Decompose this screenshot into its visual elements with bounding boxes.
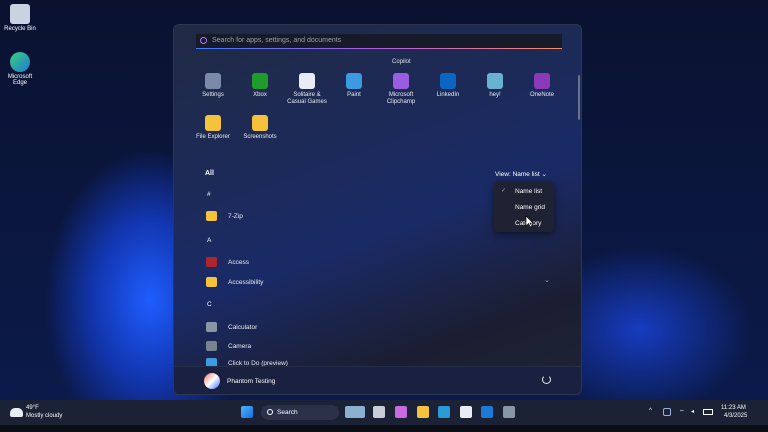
chevron-down-icon: ⌄ xyxy=(541,171,547,178)
view-menu: ✓ Name list Name grid Category xyxy=(494,182,554,232)
pinned-app[interactable]: Settings xyxy=(190,73,236,99)
app-icon xyxy=(205,73,221,89)
clock-time[interactable]: 11:23 AM xyxy=(721,405,746,411)
weather-temp[interactable]: 49°F xyxy=(26,405,39,411)
app-icon xyxy=(440,73,456,89)
app-icon xyxy=(206,277,217,287)
section-header: C xyxy=(207,301,212,308)
edge-icon xyxy=(10,52,30,72)
app-list-item[interactable]: 7-Zip xyxy=(206,211,243,221)
app-icon xyxy=(346,73,362,89)
desktop-icon-recycle-bin[interactable]: Recycle Bin xyxy=(0,4,40,32)
pinned-app[interactable]: Solitaire & Casual Games xyxy=(284,73,330,106)
mouse-cursor-icon xyxy=(525,215,534,228)
volume-icon[interactable]: ◂ xyxy=(691,408,694,415)
app-icon xyxy=(206,211,217,221)
taskbar-file-explorer-icon[interactable] xyxy=(417,406,429,418)
app-icon xyxy=(206,341,217,351)
start-footer: Phantom Testing xyxy=(174,366,581,394)
pinned-app[interactable]: Xbox xyxy=(237,73,283,99)
avatar[interactable] xyxy=(204,373,220,389)
taskbar-outlook-icon[interactable] xyxy=(481,406,493,418)
taskbar-task-view-icon[interactable] xyxy=(373,406,385,418)
recycle-bin-icon xyxy=(10,4,30,24)
taskbar-copilot-widget-icon[interactable] xyxy=(345,406,365,418)
all-apps-heading: All xyxy=(205,170,214,177)
taskbar: 49°F Mostly cloudy Search ^ ⌔ ◂ 11:23 AM… xyxy=(0,400,768,425)
app-icon xyxy=(534,73,550,89)
copilot-label: Copilot xyxy=(392,59,411,65)
power-icon[interactable] xyxy=(542,375,551,384)
app-icon xyxy=(206,257,217,267)
show-hidden-icons-chevron[interactable]: ^ xyxy=(649,408,652,414)
check-icon: ✓ xyxy=(501,188,507,194)
start-menu: Search for apps, settings, and documents… xyxy=(173,24,582,395)
pinned-app[interactable]: Screenshots xyxy=(237,115,283,141)
pinned-app[interactable]: OneNote xyxy=(519,73,565,99)
app-icon xyxy=(206,322,217,332)
weather-cloud-icon xyxy=(10,408,23,417)
menu-item-name-grid[interactable]: Name grid xyxy=(515,204,545,211)
battery-icon[interactable] xyxy=(703,409,713,415)
start-button-windows-icon[interactable] xyxy=(241,406,253,418)
expand-chevron-icon[interactable]: ⌄ xyxy=(544,276,550,284)
search-icon xyxy=(267,409,273,415)
search-icon xyxy=(200,37,207,44)
pinned-app[interactable]: Microsoft Clipchamp xyxy=(378,73,424,106)
app-icon xyxy=(487,73,503,89)
taskbar-copilot-icon[interactable] xyxy=(395,406,407,418)
taskbar-settings-icon[interactable] xyxy=(503,406,515,418)
app-icon xyxy=(205,115,221,131)
section-header: # xyxy=(207,191,211,198)
start-search-input[interactable]: Search for apps, settings, and documents xyxy=(196,34,562,49)
network-vpn-icon[interactable] xyxy=(663,408,671,416)
scrollbar[interactable] xyxy=(578,75,580,120)
app-icon xyxy=(393,73,409,89)
app-icon xyxy=(252,115,268,131)
taskbar-search[interactable]: Search xyxy=(261,405,339,420)
section-header: A xyxy=(207,237,212,244)
pinned-app[interactable]: Paint xyxy=(331,73,377,99)
app-icon xyxy=(299,73,315,89)
taskbar-store-icon[interactable] xyxy=(460,406,472,418)
app-list-item[interactable]: Access xyxy=(206,257,249,267)
desktop-icon-edge[interactable]: Microsoft Edge xyxy=(0,52,40,86)
pinned-app[interactable]: File Explorer xyxy=(190,115,236,141)
weather-condition[interactable]: Mostly cloudy xyxy=(26,413,62,419)
pinned-app[interactable]: hey! xyxy=(472,73,518,99)
view-dropdown[interactable]: View: Name list ⌄ xyxy=(495,170,547,178)
screen-bottom-edge xyxy=(0,425,768,432)
app-list-item[interactable]: Calculator xyxy=(206,322,257,332)
taskbar-edge-icon[interactable] xyxy=(438,406,450,418)
app-list-item[interactable]: Accessibility xyxy=(206,277,263,287)
app-icon xyxy=(252,73,268,89)
clock-date[interactable]: 4/3/2025 xyxy=(724,413,747,419)
pinned-app[interactable]: LinkedIn xyxy=(425,73,471,99)
wifi-icon[interactable]: ⌔ xyxy=(679,408,685,416)
app-list-item[interactable]: Camera xyxy=(206,341,251,351)
user-name[interactable]: Phantom Testing xyxy=(227,378,275,385)
menu-item-name-list[interactable]: Name list xyxy=(515,188,542,195)
